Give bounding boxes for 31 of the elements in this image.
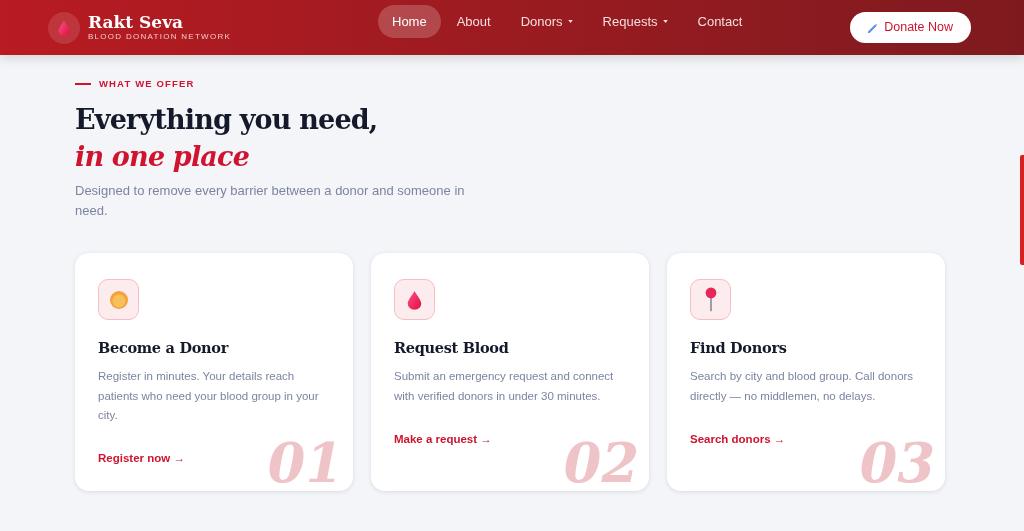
section-title: Everything you need,	[75, 103, 379, 138]
nav-link[interactable]: Requests	[588, 4, 682, 39]
blood-drop-icon	[407, 289, 422, 310]
section-title-accent: in one place	[75, 140, 251, 175]
card-title: Become a Donor	[98, 338, 230, 359]
caret-icon	[662, 20, 668, 23]
card-link[interactable]: Register now →	[98, 450, 185, 468]
card-number: 01	[267, 435, 343, 492]
card-number: 02	[563, 435, 639, 492]
section-eyebrow: WHAT WE OFFER	[99, 77, 195, 91]
card-description: Search by city and blood group. Call donors directly — no middlemen, no delays.	[690, 369, 915, 404]
nav-link[interactable]: Donors	[506, 4, 587, 39]
nav-link[interactable]: Contact	[683, 4, 757, 39]
logo[interactable]	[48, 11, 80, 44]
brand-tagline: BLOOD DONATION NETWORK	[88, 33, 232, 41]
nav-link[interactable]: About	[442, 4, 505, 39]
card-link[interactable]: Search donors →	[690, 431, 786, 449]
card-title: Request Blood	[394, 338, 510, 359]
pushpin-icon	[704, 287, 717, 313]
card-description: Register in minutes. Your details reach patients who need your blood group in your city.	[98, 369, 320, 423]
blood-drop-icon	[58, 19, 70, 36]
caret-icon	[567, 20, 573, 23]
section-subtitle: Designed to remove every barrier between a donor and someone in need.	[75, 182, 466, 221]
card-description: Submit an emergency request and connect with verified donors in under 30 minutes.	[394, 369, 615, 404]
scrollbar-thumb[interactable]	[1020, 155, 1024, 265]
brand-name: Rakt Seva	[88, 14, 185, 31]
card-link[interactable]: Make a request →	[394, 431, 492, 449]
card-title: Find Donors	[690, 338, 788, 359]
card-number: 03	[859, 435, 935, 492]
nav-link[interactable]: Home	[378, 4, 441, 39]
donate-button[interactable]: Donate Now	[850, 12, 971, 43]
